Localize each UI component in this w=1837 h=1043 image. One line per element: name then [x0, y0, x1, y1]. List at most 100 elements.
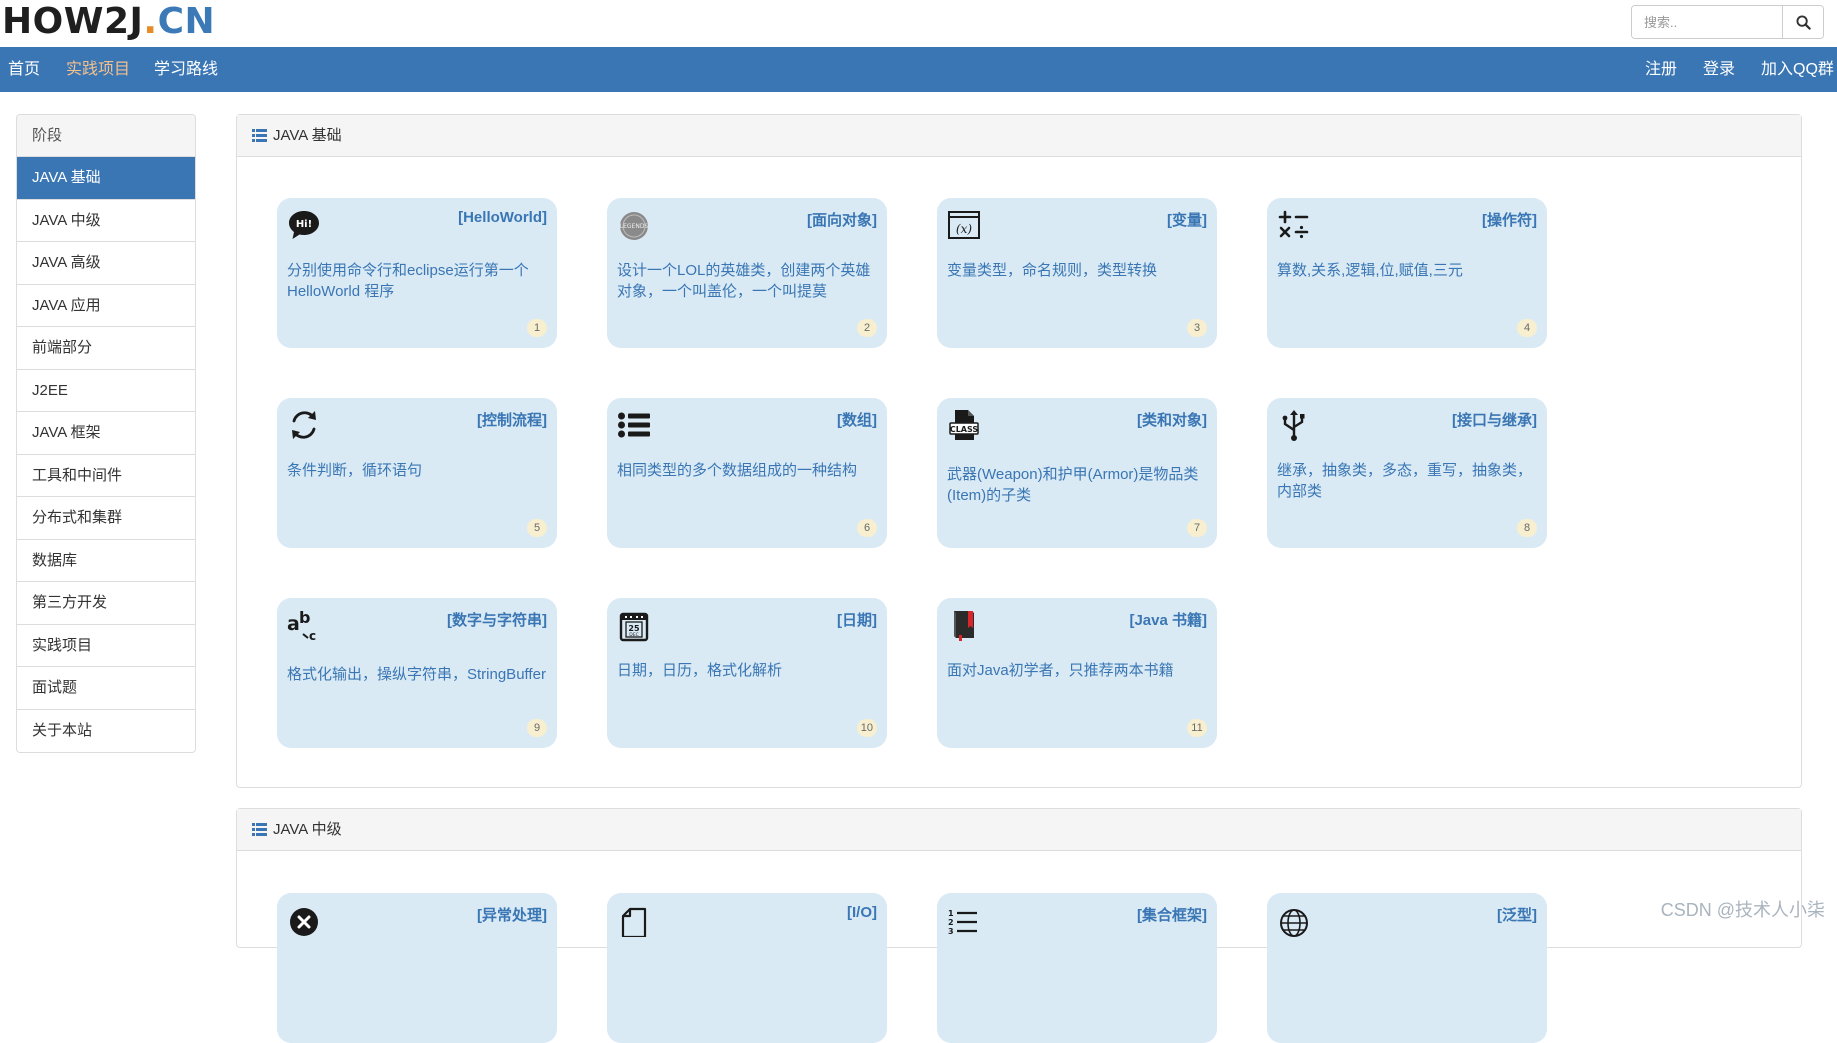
- svg-text:25: 25: [628, 624, 640, 633]
- sidebar-item-java-intermediate[interactable]: JAVA 中级: [17, 200, 195, 243]
- course-card[interactable]: 25DEC [日期] 日期，日历，格式化解析 10: [607, 598, 887, 748]
- card-title: [数字与字符串]: [447, 609, 547, 630]
- sidebar-item-about[interactable]: 关于本站: [17, 710, 195, 753]
- csdn-watermark: CSDN @技术人小柒: [1661, 896, 1825, 922]
- course-card[interactable]: LEGENDS [面向对象] 设计一个LOL的英雄类，创建两个英雄对象，一个叫盖…: [607, 198, 887, 348]
- card-title: [Java 书籍]: [1129, 609, 1207, 630]
- sidebar-item-third-party[interactable]: 第三方开发: [17, 582, 195, 625]
- list-icon: [252, 129, 267, 142]
- card-number-badge: 1: [527, 319, 547, 337]
- course-card[interactable]: [泛型]: [1267, 893, 1547, 1043]
- card-title: [异常处理]: [477, 904, 547, 925]
- card-title: [控制流程]: [477, 409, 547, 430]
- svg-text:3: 3: [948, 927, 954, 936]
- course-card[interactable]: 123 [集合框架]: [937, 893, 1217, 1043]
- card-number-badge: 4: [1517, 319, 1537, 337]
- svg-text:a: a: [287, 613, 300, 635]
- logo-dot: .: [143, 1, 157, 42]
- sidebar-item-java-basic[interactable]: JAVA 基础: [17, 157, 195, 200]
- nav-home[interactable]: 首页: [8, 47, 40, 92]
- search-button[interactable]: [1782, 6, 1823, 38]
- nav-login[interactable]: 登录: [1703, 47, 1735, 92]
- card-title: [集合框架]: [1137, 904, 1207, 925]
- card-description: 格式化输出，操纵字符串，StringBuffer: [287, 664, 549, 685]
- card-description: 武器(Weapon)和护甲(Armor)是物品类(Item)的子类: [947, 464, 1209, 506]
- course-card[interactable]: [接口与继承] 继承，抽象类，多态，重写，抽象类，内部类 8: [1267, 398, 1547, 548]
- course-card[interactable]: CLASS [类和对象] 武器(Weapon)和护甲(Armor)是物品类(It…: [937, 398, 1217, 548]
- card-title: [HelloWorld]: [458, 209, 547, 226]
- sidebar-item-frontend[interactable]: 前端部分: [17, 327, 195, 370]
- card-number-badge: 9: [527, 719, 547, 737]
- card-description: 分别使用命令行和eclipse运行第一个HelloWorld 程序: [287, 260, 549, 302]
- logo-cn: CN: [158, 1, 216, 42]
- course-card[interactable]: [I/O]: [607, 893, 887, 1043]
- course-card[interactable]: abc [数字与字符串] 格式化输出，操纵字符串，StringBuffer 9: [277, 598, 557, 748]
- nav-register[interactable]: 注册: [1645, 47, 1677, 92]
- abc-text-icon: abc: [287, 608, 321, 642]
- nav-learning-path[interactable]: 学习路线: [154, 47, 218, 92]
- svg-text:c: c: [309, 629, 316, 642]
- math-operators-icon: [1277, 208, 1311, 242]
- site-logo[interactable]: HOW2J.CN: [2, 1, 215, 43]
- card-description: 算数,关系,逻辑,位,赋值,三元: [1277, 260, 1539, 281]
- calendar-icon: 25DEC: [617, 608, 651, 642]
- card-title: [泛型]: [1497, 904, 1537, 925]
- section-title: JAVA 基础: [273, 115, 342, 157]
- search-box: [1631, 5, 1824, 39]
- sidebar-item-java-frameworks[interactable]: JAVA 框架: [17, 412, 195, 455]
- book-icon: [947, 608, 981, 642]
- course-card[interactable]: (x) [变量] 变量类型，命名规则，类型转换 3: [937, 198, 1217, 348]
- svg-text:b: b: [299, 608, 310, 627]
- course-card[interactable]: [操作符] 算数,关系,逻辑,位,赋值,三元 4: [1267, 198, 1547, 348]
- svg-text:Hi!: Hi!: [296, 219, 312, 230]
- class-file-icon: CLASS: [947, 408, 981, 442]
- svg-text:DEC: DEC: [629, 632, 638, 638]
- sidebar-item-j2ee[interactable]: J2EE: [17, 370, 195, 413]
- list-icon: [617, 408, 651, 442]
- card-title: [接口与继承]: [1452, 409, 1537, 430]
- svg-text:CLASS: CLASS: [950, 425, 979, 434]
- card-number-badge: 3: [1187, 319, 1207, 337]
- sidebar-item-database[interactable]: 数据库: [17, 540, 195, 583]
- sidebar-item-interview[interactable]: 面试题: [17, 667, 195, 710]
- logo-main: HOW2J: [2, 1, 143, 42]
- svg-text:(x): (x): [956, 222, 972, 236]
- card-number-badge: 11: [1187, 719, 1207, 737]
- card-title: [类和对象]: [1137, 409, 1207, 430]
- error-x-icon: [287, 903, 321, 937]
- hi-speech-bubble-icon: Hi!: [287, 208, 321, 242]
- nav-join-qq-group[interactable]: 加入QQ群: [1761, 47, 1834, 92]
- course-card[interactable]: [Java 书籍] 面对Java初学者，只推荐两本书籍 11: [937, 598, 1217, 748]
- svg-text:2: 2: [948, 918, 954, 927]
- search-icon: [1796, 15, 1811, 30]
- card-description: 面对Java初学者，只推荐两本书籍: [947, 660, 1209, 681]
- course-card[interactable]: [异常处理]: [277, 893, 557, 1043]
- main-navbar: 首页 实践项目 学习路线 注册 登录 加入QQ群: [0, 47, 1837, 92]
- sidebar-item-tools-middleware[interactable]: 工具和中间件: [17, 455, 195, 498]
- card-number-badge: 10: [857, 719, 877, 737]
- variable-x-icon: (x): [947, 208, 981, 242]
- search-input[interactable]: [1632, 6, 1782, 38]
- svg-text:1: 1: [948, 909, 954, 918]
- sidebar-item-java-advanced[interactable]: JAVA 高级: [17, 242, 195, 285]
- top-header: HOW2J.CN: [0, 0, 1837, 47]
- sidebar-item-distributed-cluster[interactable]: 分布式和集群: [17, 497, 195, 540]
- sidebar-item-java-application[interactable]: JAVA 应用: [17, 285, 195, 328]
- nav-practice-projects[interactable]: 实践项目: [66, 47, 130, 92]
- card-title: [日期]: [837, 609, 877, 630]
- sidebar-item-practice-projects[interactable]: 实践项目: [17, 625, 195, 668]
- card-number-badge: 6: [857, 519, 877, 537]
- course-card[interactable]: [数组] 相同类型的多个数据组成的一种结构 6: [607, 398, 887, 548]
- stage-sidebar: 阶段 JAVA 基础 JAVA 中级 JAVA 高级 JAVA 应用 前端部分 …: [16, 114, 196, 753]
- course-card[interactable]: [控制流程] 条件判断，循环语句 5: [277, 398, 557, 548]
- card-title: [变量]: [1167, 209, 1207, 230]
- loop-arrows-icon: [287, 408, 321, 442]
- card-description: 条件判断，循环语句: [287, 460, 549, 481]
- course-card[interactable]: Hi! [HelloWorld] 分别使用命令行和eclipse运行第一个Hel…: [277, 198, 557, 348]
- section-java-basic: JAVA 基础 Hi! [HelloWorld] 分别使用命令行和eclipse…: [236, 114, 1802, 788]
- list-icon: [252, 823, 267, 836]
- card-description: 继承，抽象类，多态，重写，抽象类，内部类: [1277, 460, 1539, 502]
- card-description: 设计一个LOL的英雄类，创建两个英雄对象，一个叫盖伦，一个叫提莫: [617, 260, 879, 302]
- card-description: 相同类型的多个数据组成的一种结构: [617, 460, 879, 481]
- card-title: [面向对象]: [807, 209, 877, 230]
